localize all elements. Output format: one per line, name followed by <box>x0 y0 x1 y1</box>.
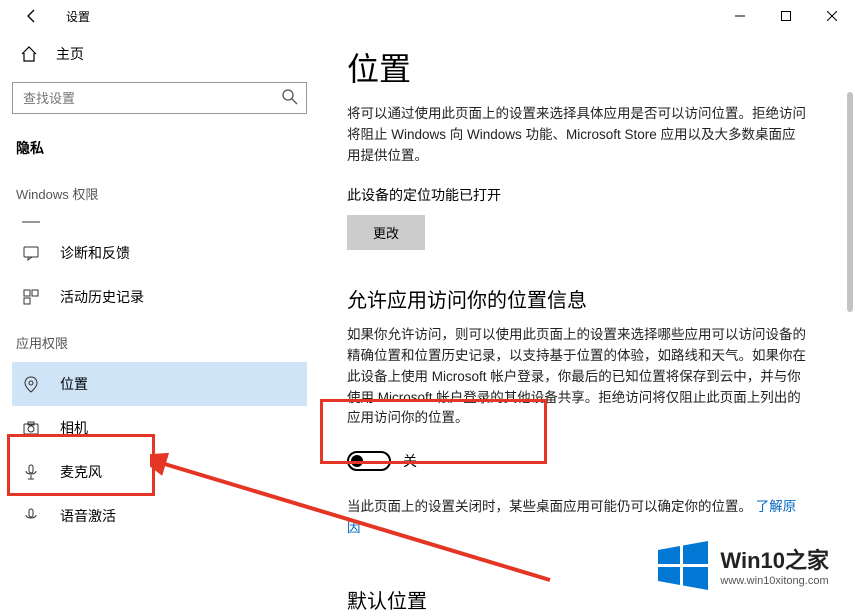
location-icon <box>22 375 40 393</box>
nav-label: 位置 <box>60 374 88 394</box>
toggle-state-label: 关 <box>403 451 417 471</box>
search-box[interactable] <box>12 82 307 114</box>
voice-icon <box>22 507 40 525</box>
close-button[interactable] <box>809 0 855 32</box>
nav-label: 麦克风 <box>60 462 102 482</box>
scrollbar[interactable] <box>847 92 853 312</box>
location-status: 此设备的定位功能已打开 <box>347 185 825 205</box>
clipped-item: x <box>12 213 307 231</box>
sidebar-item-activity[interactable]: 活动历史记录 <box>12 275 307 319</box>
search-icon <box>281 88 299 111</box>
home-icon <box>20 45 38 63</box>
sidebar-item-diagnostics[interactable]: 诊断和反馈 <box>12 231 307 275</box>
watermark-title: Win10之家 <box>720 543 829 575</box>
windows-perms-header: Windows 权限 <box>12 170 307 213</box>
intro-text: 将可以通过使用此页面上的设置来选择具体应用是否可以访问位置。拒绝访问将阻止 Wi… <box>347 104 807 167</box>
allow-apps-text: 如果你允许访问，则可以使用此页面上的设置来选择哪些应用可以访问设备的精确位置和位… <box>347 325 807 430</box>
sidebar-item-microphone[interactable]: 麦克风 <box>12 450 307 494</box>
back-button[interactable] <box>16 0 48 32</box>
sidebar-item-location[interactable]: 位置 <box>12 362 307 406</box>
sidebar-item-camera[interactable]: 相机 <box>12 406 307 450</box>
home-nav[interactable]: 主页 <box>12 36 307 72</box>
nav-label: 语音激活 <box>60 506 116 526</box>
minimize-button[interactable] <box>717 0 763 32</box>
content-area: 位置 将可以通过使用此页面上的设置来选择具体应用是否可以访问位置。拒绝访问将阻止… <box>319 32 855 616</box>
location-access-toggle[interactable] <box>347 451 391 471</box>
history-icon <box>22 288 40 306</box>
off-description: 当此页面上的设置关闭时，某些桌面应用可能仍可以确定你的位置。 <box>347 499 752 514</box>
camera-icon <box>22 419 40 437</box>
sidebar-item-voice[interactable]: 语音激活 <box>12 494 307 538</box>
nav-label: 活动历史记录 <box>60 287 144 307</box>
allow-apps-header: 允许应用访问你的位置信息 <box>347 284 825 313</box>
privacy-header: 隐私 <box>12 132 307 170</box>
change-button[interactable]: 更改 <box>347 215 425 250</box>
sidebar: 主页 隐私 Windows 权限 x 诊断和反馈 活动历史记录 <box>0 32 319 616</box>
search-input[interactable] <box>12 82 307 114</box>
app-perms-header: 应用权限 <box>12 319 307 362</box>
maximize-button[interactable] <box>763 0 809 32</box>
watermark: Win10之家 www.win10xitong.com <box>656 538 829 592</box>
feedback-icon <box>22 244 40 262</box>
window-title: 设置 <box>66 8 90 25</box>
watermark-url: www.win10xitong.com <box>720 575 829 587</box>
nav-label: 相机 <box>60 418 88 438</box>
windows-logo-icon <box>656 538 710 592</box>
home-label: 主页 <box>56 44 84 64</box>
microphone-icon <box>22 463 40 481</box>
page-title: 位置 <box>347 44 825 90</box>
nav-label: 诊断和反馈 <box>60 243 130 263</box>
